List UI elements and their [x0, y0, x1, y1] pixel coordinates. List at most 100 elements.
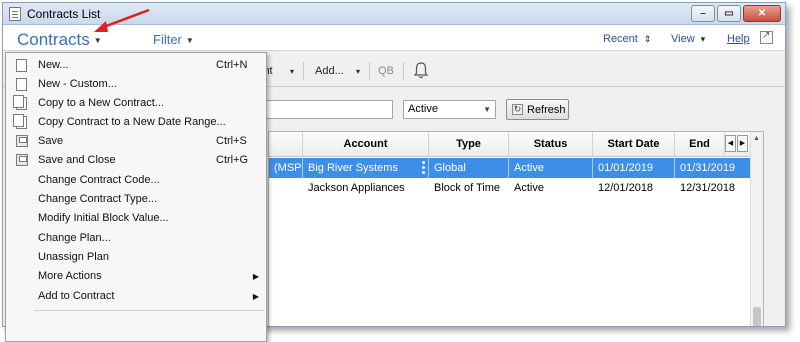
more-options-icon[interactable] [422, 161, 425, 175]
chevron-down-icon: ▼ [483, 105, 491, 114]
menu-item-save-close[interactable]: Save and Close Ctrl+G [6, 151, 266, 170]
scroll-up-icon[interactable]: ▲ [753, 135, 760, 142]
window-controls: – ▭ ✕ [691, 5, 781, 22]
contracts-menu-label: Contracts [17, 30, 90, 49]
chevron-down-icon: ▾ [700, 34, 706, 44]
new-document-icon [16, 59, 27, 72]
menu-item-label: New... [38, 59, 69, 71]
search-input[interactable] [265, 100, 393, 119]
cell-account: Jackson Appliances [308, 182, 405, 194]
cell-type: Global [429, 158, 509, 178]
annotation-arrow [94, 8, 150, 32]
menu-item-label: More Actions [38, 270, 102, 282]
cell-end-date: 12/31/2018 [680, 182, 736, 194]
help-link[interactable]: Help [727, 33, 750, 45]
status-filter-value: Active [408, 103, 438, 115]
cell-prefix: (MSP) [269, 158, 303, 178]
menu-item-new-custom[interactable]: New - Custom... [6, 75, 266, 94]
vertical-scrollbar[interactable]: ▲ [750, 132, 763, 326]
table-row[interactable]: (MSP) Big River Systems Global Active 01… [269, 158, 763, 178]
restore-icon: ▭ [724, 8, 734, 19]
menu-item-label: Copy to a New Contract... [38, 97, 164, 109]
menu-item-label: Unassign Plan [38, 251, 109, 263]
menu-item-new[interactable]: New... Ctrl+N [6, 56, 266, 75]
column-header-end[interactable]: End [675, 132, 725, 157]
menu-item-label: Change Contract Code... [38, 174, 160, 186]
save-icon [16, 154, 28, 166]
double-chevron-icon: ⇕ [643, 34, 652, 44]
menu-item-label: Add to Contract [38, 290, 115, 302]
refresh-button[interactable]: ↻ Refresh [506, 99, 569, 120]
new-document-icon [16, 78, 27, 91]
menu-item-label: New - Custom... [38, 78, 117, 90]
menu-item-change-plan[interactable]: Change Plan... [6, 229, 266, 248]
menu-item-label: Save and Close [38, 154, 116, 166]
qb-button[interactable]: QB [378, 65, 394, 77]
column-header-type[interactable]: Type [429, 132, 509, 157]
column-scroll-arrows: ◀ ▶ [725, 135, 748, 152]
menu-item-unassign-plan[interactable]: Unassign Plan [6, 248, 266, 267]
status-filter-select[interactable]: Active ▼ [403, 100, 496, 119]
recent-menu-label: Recent [603, 33, 638, 45]
chevron-right-icon: ▶ [252, 292, 259, 301]
menu-item-save[interactable]: Save Ctrl+S [6, 132, 266, 151]
menu-item-add-to-contract[interactable]: Add to Contract ▶ [6, 287, 266, 306]
menu-item-label: Save [38, 135, 64, 147]
close-icon: ✕ [757, 8, 767, 19]
cell-status: Active [509, 158, 593, 178]
minimize-button[interactable]: – [691, 5, 715, 22]
menu-item-label: Change Contract Type... [38, 193, 158, 205]
cell-status: Active [514, 182, 544, 194]
cell-start-date: 12/01/2018 [598, 182, 654, 194]
table-row[interactable]: Jackson Appliances Block of Time Active … [269, 178, 763, 198]
view-menu[interactable]: View ▾ [671, 33, 705, 45]
popout-icon[interactable] [760, 30, 773, 44]
menu-item-modify-block[interactable]: Modify Initial Block Value... [6, 209, 266, 228]
menu-item-copy-new-contract[interactable]: Copy to a New Contract... [6, 94, 266, 113]
save-icon [16, 135, 28, 147]
chevron-down-icon[interactable]: ▾ [356, 67, 360, 76]
menu-item-label: Modify Initial Block Value... [38, 212, 169, 224]
view-menu-label: View [671, 33, 695, 45]
menu-divider [34, 310, 264, 311]
scroll-left-icon[interactable]: ◀ [725, 135, 736, 152]
minimize-icon: – [700, 8, 706, 19]
menu-item-change-code[interactable]: Change Contract Code... [6, 171, 266, 190]
menu-item-label: Copy Contract to a New Date Range... [38, 116, 226, 128]
chevron-down-icon[interactable]: ▾ [290, 67, 294, 76]
scrollbar-thumb[interactable] [753, 307, 761, 326]
close-button[interactable]: ✕ [743, 5, 781, 22]
chevron-down-icon: ▼ [93, 36, 102, 46]
toolbar-divider [403, 62, 404, 80]
window-title: Contracts List [27, 6, 101, 21]
cell-account: Big River Systems [303, 158, 429, 178]
recent-menu[interactable]: Recent ⇕ [603, 33, 651, 45]
column-header-status[interactable]: Status [509, 132, 593, 157]
copy-icon [13, 114, 27, 129]
refresh-button-label: Refresh [527, 103, 566, 116]
document-icon [9, 6, 21, 21]
scroll-right-icon[interactable]: ▶ [737, 135, 748, 152]
column-header-start-date[interactable]: Start Date [593, 132, 675, 157]
contracts-grid: Account Type Status Start Date End ◀ ▶ (… [268, 131, 764, 326]
menu-item-more-actions[interactable]: More Actions ▶ [6, 267, 266, 286]
chevron-down-icon: ▼ [185, 36, 194, 46]
cell-prefix [269, 178, 303, 198]
menu-item-shortcut: Ctrl+G [216, 154, 249, 166]
restore-button[interactable]: ▭ [717, 5, 741, 22]
menu-item-change-type[interactable]: Change Contract Type... [6, 190, 266, 209]
column-header-blank[interactable] [269, 132, 303, 157]
cell-type: Block of Time [434, 182, 501, 194]
contracts-dropdown-menu: New... Ctrl+N New - Custom... Copy to a … [5, 52, 267, 342]
bell-icon[interactable] [413, 61, 429, 79]
column-header-account[interactable]: Account [303, 132, 429, 157]
refresh-icon: ↻ [512, 104, 523, 115]
menu-item-label: Change Plan... [38, 232, 111, 244]
contracts-menu[interactable]: Contracts ▼ [17, 30, 102, 50]
menu-item-copy-date-range[interactable]: Copy Contract to a New Date Range... [6, 113, 266, 132]
cell-start-date: 01/01/2019 [593, 158, 675, 178]
cell-end-date: 01/31/2019 [675, 158, 751, 178]
toolbar-divider [303, 62, 304, 80]
add-button[interactable]: Add... [315, 65, 344, 77]
toolbar-divider [369, 62, 370, 80]
